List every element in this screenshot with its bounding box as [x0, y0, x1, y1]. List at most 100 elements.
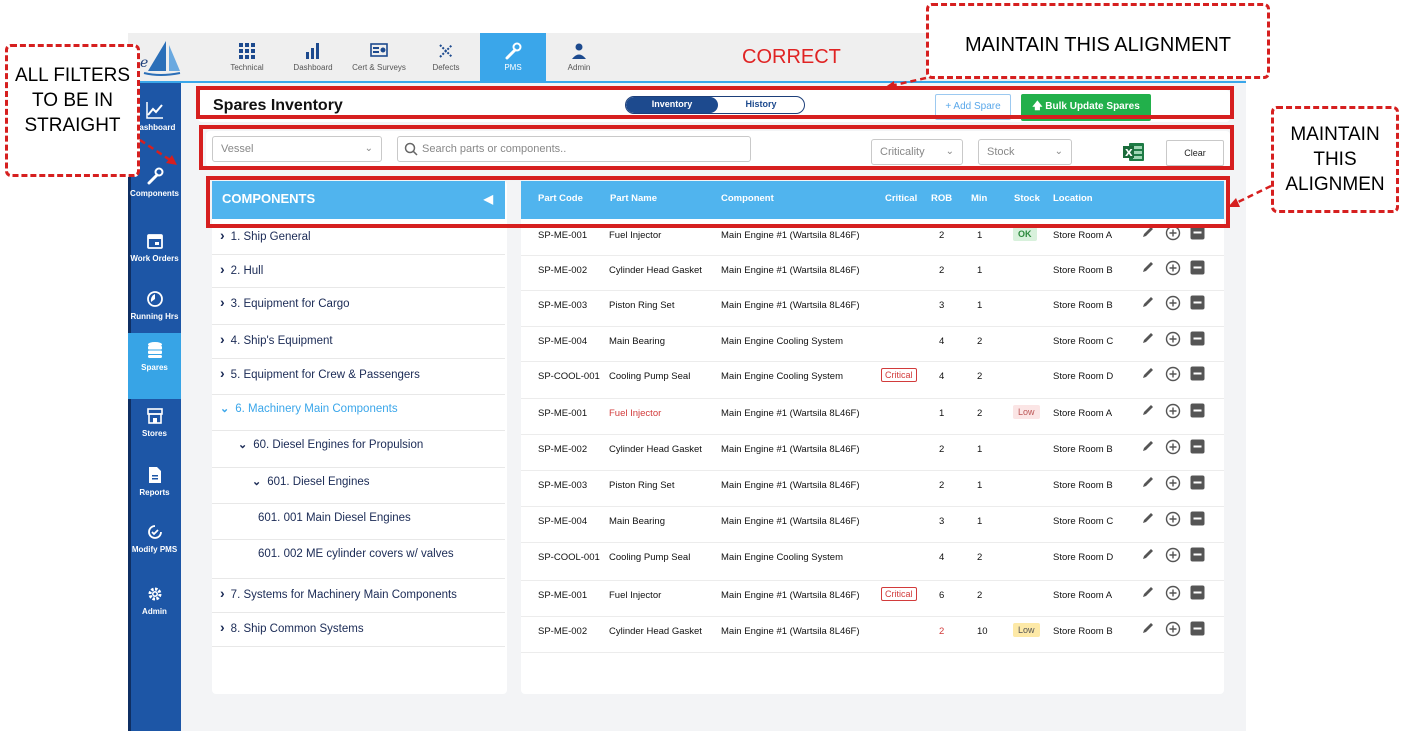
gear-icon: [128, 585, 181, 603]
part-name: Cylinder Head Gasket: [609, 444, 702, 455]
store-icon: [128, 407, 181, 425]
rob-value: 3: [939, 516, 945, 527]
table-row[interactable]: SP-ME-002 Cylinder Head Gasket Main Engine…: [521, 435, 1224, 471]
tree-item[interactable]: ⌄ 601. Diesel Engines: [212, 468, 505, 504]
refresh-icon: [128, 523, 181, 541]
topnav-defects[interactable]: Defects: [413, 33, 479, 81]
tree-item[interactable]: 601. 002 ME cylinder covers w/ valves: [212, 540, 505, 579]
database-icon: [128, 341, 181, 359]
rob-value: 4: [939, 552, 945, 563]
table-row[interactable]: SP-ME-002 Cylinder Head Gasket Main Engine…: [521, 256, 1224, 291]
sidebar-item-work-orders[interactable]: Work Orders: [128, 224, 181, 280]
edit-icon[interactable]: [1141, 547, 1155, 564]
part-code: SP-ME-002: [538, 265, 588, 276]
rob-value: 2: [939, 265, 945, 276]
remove-icon[interactable]: [1190, 547, 1205, 565]
add-circle-icon[interactable]: [1165, 366, 1181, 385]
edit-icon[interactable]: [1141, 403, 1155, 420]
part-name: Cooling Pump Seal: [609, 371, 691, 382]
table-row[interactable]: SP-ME-003 Piston Ring Set Main Engine #1 (…: [521, 291, 1224, 327]
tree-item[interactable]: › 2. Hull: [212, 255, 505, 288]
location: Store Room B: [1053, 300, 1113, 311]
tree-item[interactable]: ⌄ 60. Diesel Engines for Propulsion: [212, 431, 505, 468]
sidebar-item-running-hrs[interactable]: Running Hrs: [128, 282, 181, 338]
edit-icon[interactable]: [1141, 260, 1155, 277]
table-row[interactable]: SP-COOL-001 Cooling Pump Seal Main Engine …: [521, 362, 1224, 399]
table-row[interactable]: SP-ME-004 Main Bearing Main Engine #1 (War…: [521, 507, 1224, 543]
tree-item[interactable]: 601. 001 Main Diesel Engines: [212, 504, 505, 540]
add-circle-icon[interactable]: [1165, 439, 1181, 458]
tree-item[interactable]: › 5. Equipment for Crew & Passengers: [212, 359, 505, 395]
min-value: 2: [977, 590, 983, 601]
sidebar-item-stores[interactable]: Stores: [128, 399, 181, 455]
sidebar-item-admin[interactable]: Admin: [128, 577, 181, 633]
stock-badge: Low: [1013, 623, 1040, 637]
topnav-admin[interactable]: Admin: [546, 33, 612, 81]
table-row[interactable]: SP-ME-001 Fuel Injector Main Engine #1 (Wa…: [521, 581, 1224, 617]
tree-item[interactable]: › 3. Equipment for Cargo: [212, 288, 505, 325]
tools-icon: [413, 42, 479, 60]
edit-icon[interactable]: [1141, 366, 1155, 383]
min-value: 2: [977, 408, 983, 419]
component-name: Main Engine #1 (Wartsila 8L46F): [721, 408, 860, 419]
location: Store Room B: [1053, 444, 1113, 455]
add-circle-icon[interactable]: [1165, 260, 1181, 279]
remove-icon[interactable]: [1190, 511, 1205, 529]
add-circle-icon[interactable]: [1165, 511, 1181, 530]
edit-icon[interactable]: [1141, 511, 1155, 528]
tree-item[interactable]: › 8. Ship Common Systems: [212, 613, 505, 647]
add-circle-icon[interactable]: [1165, 547, 1181, 566]
remove-icon[interactable]: [1190, 475, 1205, 493]
chevron-right-icon: ›: [220, 331, 225, 347]
table-row[interactable]: SP-COOL-001 Cooling Pump Seal Main Engine …: [521, 543, 1224, 581]
edit-icon[interactable]: [1141, 475, 1155, 492]
sidebar: Dashboard Components Work Orders Running Hr…: [128, 83, 181, 731]
topnav-dashboard[interactable]: Dashboard: [280, 33, 346, 81]
rob-value: 2: [939, 626, 945, 637]
edit-icon[interactable]: [1141, 331, 1155, 348]
component-name: Main Engine #1 (Wartsila 8L46F): [721, 590, 860, 601]
sidebar-item-modify-pms[interactable]: Modify PMS: [128, 515, 181, 571]
remove-icon[interactable]: [1190, 260, 1205, 278]
table-row[interactable]: SP-ME-002 Cylinder Head Gasket Main Engine…: [521, 617, 1224, 653]
bar-chart-icon: [280, 42, 346, 60]
edit-icon[interactable]: [1141, 439, 1155, 456]
remove-icon[interactable]: [1190, 439, 1205, 457]
note-filters: ALL FILTERS TO BE IN STRAIGHT: [5, 44, 140, 177]
add-circle-icon[interactable]: [1165, 295, 1181, 314]
add-circle-icon[interactable]: [1165, 475, 1181, 494]
part-name: Fuel Injector: [609, 408, 662, 419]
add-circle-icon[interactable]: [1165, 331, 1181, 350]
edit-icon[interactable]: [1141, 621, 1155, 638]
add-circle-icon[interactable]: [1165, 621, 1181, 640]
remove-icon[interactable]: [1190, 403, 1205, 421]
part-code: SP-ME-001: [538, 408, 588, 419]
topnav-cert-surveys[interactable]: Cert & Surveys: [346, 33, 412, 81]
remove-icon[interactable]: [1190, 366, 1205, 384]
topnav-technical[interactable]: Technical: [214, 33, 280, 81]
chevron-right-icon: ›: [220, 365, 225, 381]
table-row[interactable]: SP-ME-003 Piston Ring Set Main Engine #1 (…: [521, 471, 1224, 507]
edit-icon[interactable]: [1141, 295, 1155, 312]
tree-item[interactable]: › 4. Ship's Equipment: [212, 325, 505, 359]
remove-icon[interactable]: [1190, 585, 1205, 603]
min-value: 2: [977, 371, 983, 382]
table-row[interactable]: SP-ME-004 Main Bearing Main Engine Cooling…: [521, 327, 1224, 362]
part-name: Fuel Injector: [609, 230, 662, 241]
annotation-box-table-header: [206, 176, 1230, 228]
remove-icon[interactable]: [1190, 621, 1205, 639]
remove-icon[interactable]: [1190, 331, 1205, 349]
tree-item[interactable]: ⌄ 6. Machinery Main Components: [212, 395, 505, 431]
rob-value: 4: [939, 336, 945, 347]
table-row[interactable]: SP-ME-001 Fuel Injector Main Engine #1 (Wa…: [521, 399, 1224, 435]
edit-icon[interactable]: [1141, 585, 1155, 602]
add-circle-icon[interactable]: [1165, 585, 1181, 604]
tree-item[interactable]: › 7. Systems for Machinery Main Component…: [212, 579, 505, 613]
sidebar-item-reports[interactable]: Reports: [128, 458, 181, 514]
add-circle-icon[interactable]: [1165, 403, 1181, 422]
document-icon: [128, 466, 181, 484]
remove-icon[interactable]: [1190, 295, 1205, 313]
sidebar-item-spares[interactable]: Spares: [128, 333, 181, 399]
topnav-pms[interactable]: PMS: [480, 33, 546, 81]
min-value: 10: [977, 626, 988, 637]
